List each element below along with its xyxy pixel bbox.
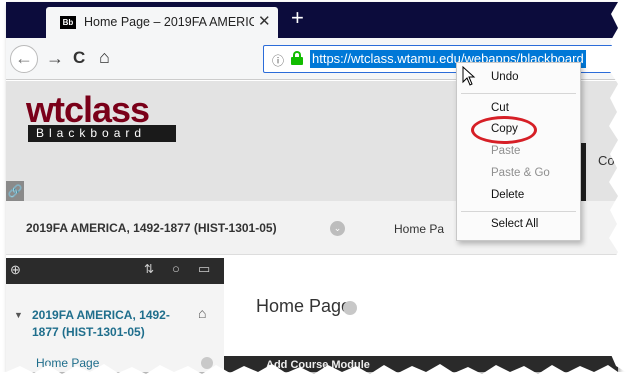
site-info-icon[interactable]: ⓘ: [272, 52, 284, 69]
tab-title: Home Page – 2019FA AMERICA: [84, 15, 254, 29]
lock-icon: [291, 51, 303, 65]
course-title[interactable]: 2019FA AMERICA, 1492-1877 (HIST-1301-05): [26, 221, 277, 235]
menu-divider: [461, 93, 576, 94]
close-tab-icon[interactable]: ✕: [258, 12, 271, 30]
menu-item-undo[interactable]: Undo: [491, 71, 519, 83]
menu-divider: [461, 211, 576, 212]
browser-tab[interactable]: Bb Home Page – 2019FA AMERICA ✕: [46, 7, 278, 38]
browser-window: Bb Home Page – 2019FA AMERICA ✕ + ← → C …: [6, 2, 618, 372]
sidebar-toolbar: ⊕ ⇅ ○ ▭: [6, 258, 224, 284]
page-title: Home Page: [256, 296, 352, 316]
breadcrumb[interactable]: Home Pa: [394, 222, 444, 236]
sidebar-item-home-page[interactable]: Home Page: [36, 356, 99, 370]
menu-item-paste: Paste: [491, 145, 521, 157]
forward-arrow-icon[interactable]: →: [46, 48, 64, 69]
chevron-down-icon[interactable]: [343, 301, 357, 315]
menu-item-delete[interactable]: Delete: [491, 189, 524, 201]
menu-item-select-all[interactable]: Select All: [491, 218, 538, 230]
new-tab-button[interactable]: +: [291, 5, 304, 31]
context-menu: Undo Cut Copy Paste Paste & Go Delete Se…: [456, 62, 581, 241]
back-button[interactable]: ←: [10, 45, 38, 73]
reload-icon[interactable]: C: [73, 48, 85, 68]
sort-icon[interactable]: ⇅: [144, 262, 154, 276]
collapse-triangle-icon[interactable]: ▼: [14, 310, 23, 320]
chevron-down-icon[interactable]: [201, 357, 213, 369]
tab-strip: Bb Home Page – 2019FA AMERICA ✕ +: [6, 2, 618, 38]
add-course-module-button[interactable]: Add Course Module: [266, 359, 370, 371]
home-icon[interactable]: ⌂: [198, 305, 206, 321]
chevron-down-icon[interactable]: ⌄: [330, 221, 345, 236]
header-tab-partial[interactable]: Co: [598, 153, 615, 168]
menu-item-paste-and-go: Paste & Go: [491, 167, 550, 179]
course-menu: ▼ 2019FA AMERICA, 1492-1877 (HIST-1301-0…: [6, 284, 224, 372]
folder-icon[interactable]: ▭: [198, 261, 210, 277]
blackboard-logo: Blackboard: [28, 125, 176, 142]
mouse-cursor-icon: [462, 66, 476, 86]
copy-highlight-circle: [471, 116, 537, 144]
link-icon[interactable]: 🔗: [6, 181, 24, 201]
home-icon[interactable]: ⌂: [99, 47, 110, 68]
refresh-icon[interactable]: ○: [172, 261, 180, 276]
menu-item-cut[interactable]: Cut: [491, 102, 509, 114]
sidebar-course-name[interactable]: 2019FA AMERICA, 1492-1877 (HIST-1301-05): [32, 307, 192, 341]
back-arrow-icon: ←: [15, 48, 33, 68]
blackboard-favicon-icon: Bb: [60, 16, 76, 29]
main-content: Home Page Add Course Module: [224, 258, 618, 372]
add-menu-item-icon[interactable]: ⊕: [10, 262, 21, 278]
